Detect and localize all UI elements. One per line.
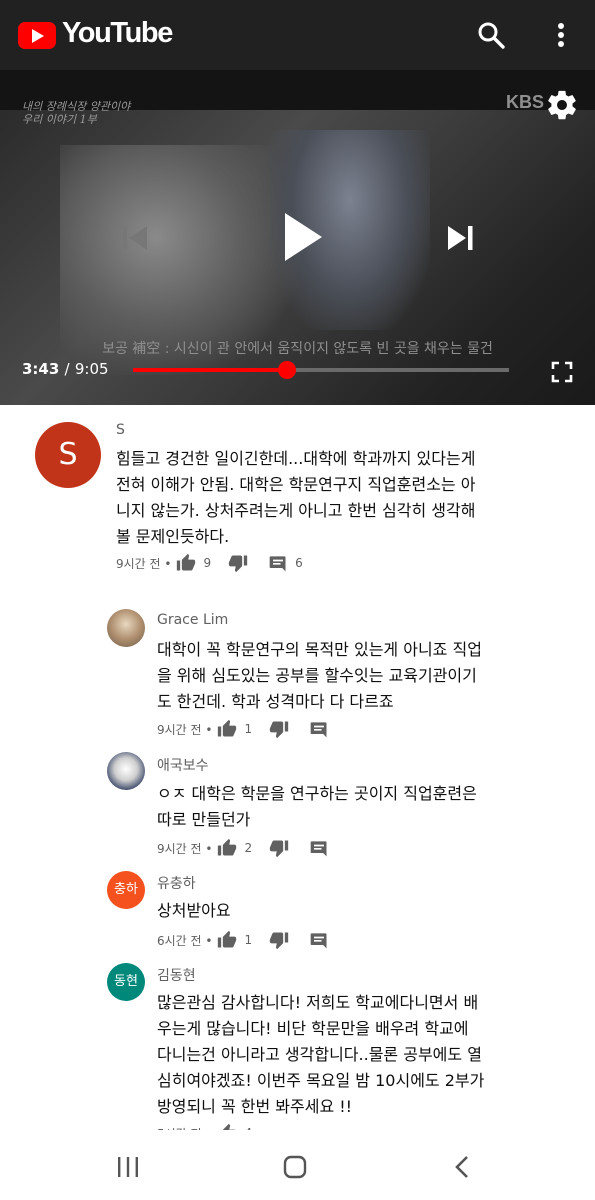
like-icon[interactable]	[216, 930, 238, 950]
like-count: 9	[203, 556, 212, 570]
skip-next-icon[interactable]	[444, 222, 478, 254]
reply-line: 도 한건데. 학과 성격마다 다 다르죠	[157, 692, 394, 711]
reply-icon[interactable]	[308, 838, 330, 858]
reply-line: 상처받아요	[157, 901, 231, 920]
comment-line: 전혀 이해가 안됨. 대학은 학문연구지 직업훈련소는 아	[116, 475, 476, 494]
reply-line: 을 위해 심도있는 공부를 할수잇는 교육기관이기	[157, 666, 477, 685]
comment-line: 니지 않는가. 상처주려는게 아니고 한번 심각히 생각해	[116, 501, 476, 520]
reply-text: 상처받아요	[157, 898, 231, 924]
comment-meta: 9시간 전 • 9 6	[116, 553, 303, 573]
seek-progress	[133, 368, 288, 372]
like-count: 1	[244, 722, 253, 736]
reply-time: 9시간 전 •	[157, 841, 213, 856]
back-icon[interactable]	[452, 1154, 472, 1180]
reply-author[interactable]: 애국보수	[157, 755, 209, 775]
youtube-logo-icon[interactable]	[18, 22, 56, 49]
avatar[interactable]: 충하	[107, 871, 145, 909]
time-separator: /	[64, 360, 70, 378]
reply-line: 많은관심 감사합니다! 저희도 학교에다니면서 배	[157, 993, 479, 1012]
reply-author[interactable]: Grace Lim	[157, 612, 228, 628]
dislike-icon[interactable]	[227, 553, 249, 573]
reply-meta: 9시간 전 • 2	[157, 838, 330, 858]
dislike-icon[interactable]	[268, 719, 290, 739]
youtube-wordmark[interactable]: YouTube	[62, 17, 173, 50]
broadcaster-watermark: KBS	[506, 92, 545, 112]
reply-line: 우는게 많습니다! 비단 학문만을 배우려 학교에	[157, 1019, 469, 1038]
comment-line: 볼 문제인듯하다.	[116, 527, 230, 546]
like-count: 2	[244, 841, 253, 855]
skip-previous-icon[interactable]	[118, 222, 152, 254]
like-count: 1	[244, 933, 253, 947]
time-display: 3:43 / 9:05	[22, 360, 109, 378]
reply-line: 심히여야겠죠! 이번주 목요일 밤 10시에도 2부가	[157, 1071, 485, 1090]
recent-apps-icon[interactable]	[116, 1156, 140, 1178]
search-icon[interactable]	[476, 20, 506, 50]
reply-line: 다니는건 아니라고 생각합니다..물론 공부에도 열	[157, 1045, 482, 1064]
avatar[interactable]: 동현	[107, 963, 145, 1001]
reply-author[interactable]: 김동현	[157, 965, 196, 985]
system-nav-bar	[0, 1130, 595, 1200]
like-icon[interactable]	[175, 553, 197, 573]
avatar[interactable]: S	[35, 422, 101, 488]
avatar[interactable]	[107, 752, 145, 790]
duration: 9:05	[74, 360, 109, 378]
reply-line: ㅇㅈ 대학은 학문을 연구하는 곳이지 직업훈련은	[157, 784, 477, 803]
comment-line: 힘들고 경건한 일이긴한데...대학에 학과까지 있다는게	[116, 449, 476, 468]
reply-time: 9시간 전 •	[157, 722, 213, 737]
reply-icon[interactable]	[308, 930, 330, 950]
video-subtitle: 보공 補空 : 시신이 관 안에서 움직이지 않도록 빈 곳을 채우는 물건	[102, 341, 493, 357]
reply-line: 따로 만들던가	[157, 810, 251, 829]
dislike-icon[interactable]	[268, 930, 290, 950]
reply-author[interactable]: 유충하	[157, 873, 196, 893]
comment-author[interactable]: S	[116, 422, 125, 438]
program-watermark: 내의 장례식장 양관이야 우리 이야기 1부	[22, 100, 131, 126]
avatar[interactable]	[107, 609, 145, 647]
home-icon[interactable]	[282, 1154, 308, 1180]
comment-text: 힘들고 경건한 일이긴한데...대학에 학과까지 있다는게 전혀 이해가 안됨.…	[116, 446, 475, 550]
more-vert-icon[interactable]	[546, 20, 576, 50]
reply-line: 대학이 꼭 학문연구의 목적만 있는게 아니죠 직업	[157, 640, 482, 659]
fullscreen-icon[interactable]	[550, 360, 574, 384]
reply-count[interactable]: 6	[295, 556, 303, 570]
reply-meta: 6시간 전 • 1	[157, 930, 330, 950]
reply-text: 대학이 꼭 학문연구의 목적만 있는게 아니죠 직업 을 위해 심도있는 공부를…	[157, 637, 482, 715]
reply-icon[interactable]	[308, 719, 330, 739]
like-icon[interactable]	[216, 838, 238, 858]
seek-bar[interactable]	[133, 361, 509, 379]
reply-time: 6시간 전 •	[157, 933, 213, 948]
reply-text: ㅇㅈ 대학은 학문을 연구하는 곳이지 직업훈련은 따로 만들던가	[157, 781, 477, 833]
video-player[interactable]: 내의 장례식장 양관이야 우리 이야기 1부 KBS 보공 補空 : 시신이 관…	[0, 70, 595, 405]
dislike-icon[interactable]	[268, 838, 290, 858]
reply-meta: 9시간 전 • 1	[157, 719, 330, 739]
reply-icon[interactable]	[267, 553, 289, 573]
gear-icon[interactable]	[545, 88, 579, 122]
top-app-bar: YouTube	[0, 0, 595, 70]
play-icon[interactable]	[280, 210, 326, 264]
current-time: 3:43	[22, 360, 60, 378]
like-icon[interactable]	[216, 719, 238, 739]
reply-line: 방영되니 꼭 한번 봐주세요 !!	[157, 1097, 353, 1116]
comment-time: 9시간 전 •	[116, 556, 172, 571]
reply-text: 많은관심 감사합니다! 저희도 학교에다니면서 배 우는게 많습니다! 비단 학…	[157, 990, 484, 1120]
